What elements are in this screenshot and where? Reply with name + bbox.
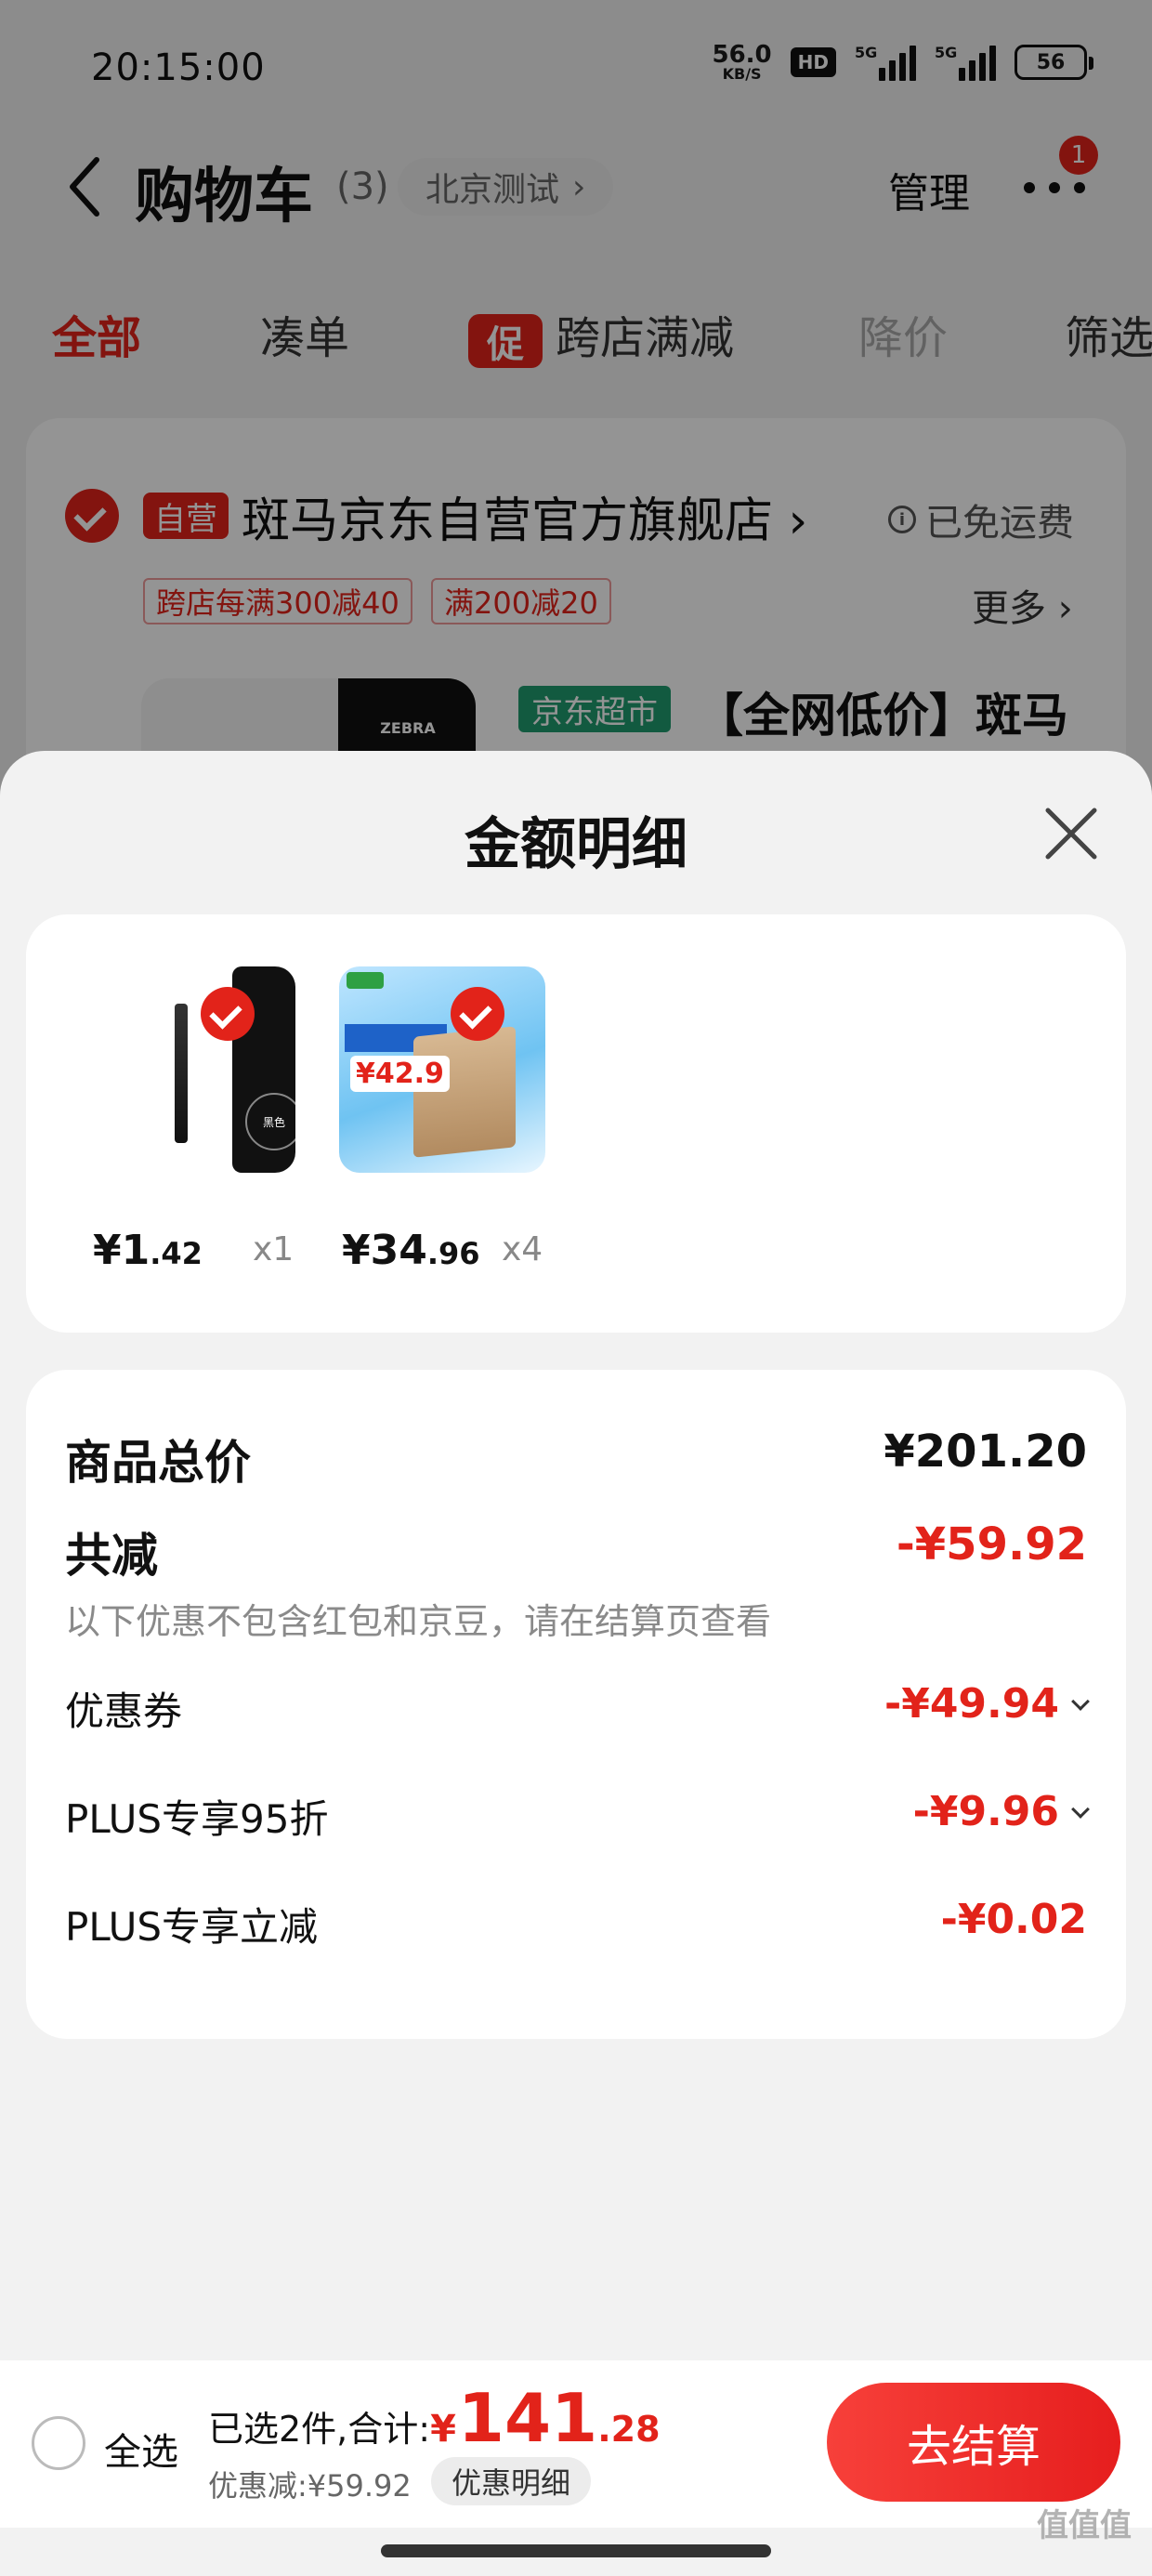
chevron-down-icon bbox=[1071, 1800, 1090, 1819]
pen-graphic bbox=[175, 1004, 188, 1143]
checkout-button[interactable]: 去结算 bbox=[827, 2383, 1120, 2502]
plus95-amount: -¥9.96 bbox=[912, 1788, 1059, 1835]
discount-label: 共减 bbox=[65, 1529, 158, 1583]
subtotal-value: ¥201.20 bbox=[884, 1426, 1087, 1478]
discount-value: -¥59.92 bbox=[896, 1518, 1087, 1571]
item-price-dec: .42 bbox=[150, 1236, 203, 1271]
item-qty: x1 bbox=[253, 1230, 295, 1268]
total-amount-dec: .28 bbox=[597, 2409, 661, 2450]
total-currency: ¥ bbox=[430, 2408, 456, 2451]
sheet-title: 金额明细 bbox=[465, 812, 687, 877]
discount-detail-button[interactable]: 优惠明细 bbox=[431, 2457, 592, 2505]
select-all-label[interactable]: 全选 bbox=[104, 2422, 178, 2476]
select-all-radio[interactable] bbox=[32, 2416, 85, 2470]
item-qty: x4 bbox=[502, 1230, 543, 1268]
price-breakdown-card: 商品总价 ¥201.20 共减 -¥59.92 以下优惠不包含红包和京豆，请在结… bbox=[26, 1370, 1126, 2039]
plus-cut-row: PLUS专享立减 -¥0.02 bbox=[65, 1896, 1087, 1952]
milk-product-image[interactable]: ¥42.9 bbox=[339, 966, 545, 1173]
coupon-amount: -¥49.94 bbox=[884, 1680, 1059, 1728]
coupon-row[interactable]: 优惠券 -¥49.94 bbox=[65, 1680, 1090, 1736]
total-amount-int: 141 bbox=[457, 2379, 598, 2457]
milk-box-graphic bbox=[413, 1026, 516, 1158]
plus-cut-value: -¥0.02 bbox=[940, 1896, 1087, 1943]
discount-note: 以下优惠不包含红包和京豆，请在结算页查看 bbox=[65, 1601, 772, 1642]
home-indicator[interactable] bbox=[381, 2544, 771, 2557]
subtotal-row: 商品总价 ¥201.20 bbox=[65, 1426, 1087, 1491]
plus95-value: -¥9.96 bbox=[912, 1788, 1090, 1835]
total-summary: 已选2件,合计: ¥ 141 .28 bbox=[208, 2379, 661, 2457]
pen-product-image[interactable]: 黑色 bbox=[89, 966, 295, 1173]
item-price: ¥34.96 bbox=[342, 1227, 480, 1274]
selected-items-card: 黑色 ¥1.42 x1 ¥42.9 ¥34.96 x4 bbox=[26, 914, 1126, 1333]
item-price: ¥1.42 bbox=[93, 1227, 203, 1274]
amount-detail-sheet: 金额明细 黑色 ¥1.42 x1 ¥42.9 ¥34.96 x4 商品总价 ¥2… bbox=[0, 751, 1152, 2576]
close-icon[interactable] bbox=[1041, 803, 1102, 864]
checkout-bar: 全选 已选2件,合计: ¥ 141 .28 优惠减:¥59.92 优惠明细 去结… bbox=[0, 2360, 1152, 2528]
coupon-value: -¥49.94 bbox=[884, 1680, 1090, 1728]
brand-logo-icon bbox=[347, 972, 384, 989]
discount-row: 共减 -¥59.92 以下优惠不包含红包和京豆，请在结算页查看 bbox=[65, 1518, 1087, 1649]
item-check-icon bbox=[201, 987, 255, 1041]
chevron-down-icon bbox=[1071, 1692, 1090, 1711]
item-price-int: ¥1 bbox=[93, 1227, 151, 1274]
plus-cut-label: PLUS专享立减 bbox=[65, 1904, 319, 1950]
milk-sticker-price: ¥42.9 bbox=[350, 1056, 450, 1092]
item-price-dec: .96 bbox=[426, 1236, 480, 1271]
item-check-icon bbox=[451, 987, 504, 1041]
watermark: 值值值 bbox=[1037, 2507, 1132, 2544]
subtotal-label: 商品总价 bbox=[65, 1436, 251, 1490]
selected-count-text: 已选2件,合计: bbox=[208, 2409, 431, 2450]
pen-color-label: 黑色 bbox=[245, 1093, 295, 1150]
saved-amount: 优惠减:¥59.92 bbox=[208, 2468, 412, 2504]
plus95-row[interactable]: PLUS专享95折 -¥9.96 bbox=[65, 1788, 1090, 1844]
coupon-label: 优惠券 bbox=[65, 1689, 183, 1734]
plus95-label: PLUS专享95折 bbox=[65, 1796, 329, 1842]
item-price-int: ¥34 bbox=[342, 1227, 427, 1274]
